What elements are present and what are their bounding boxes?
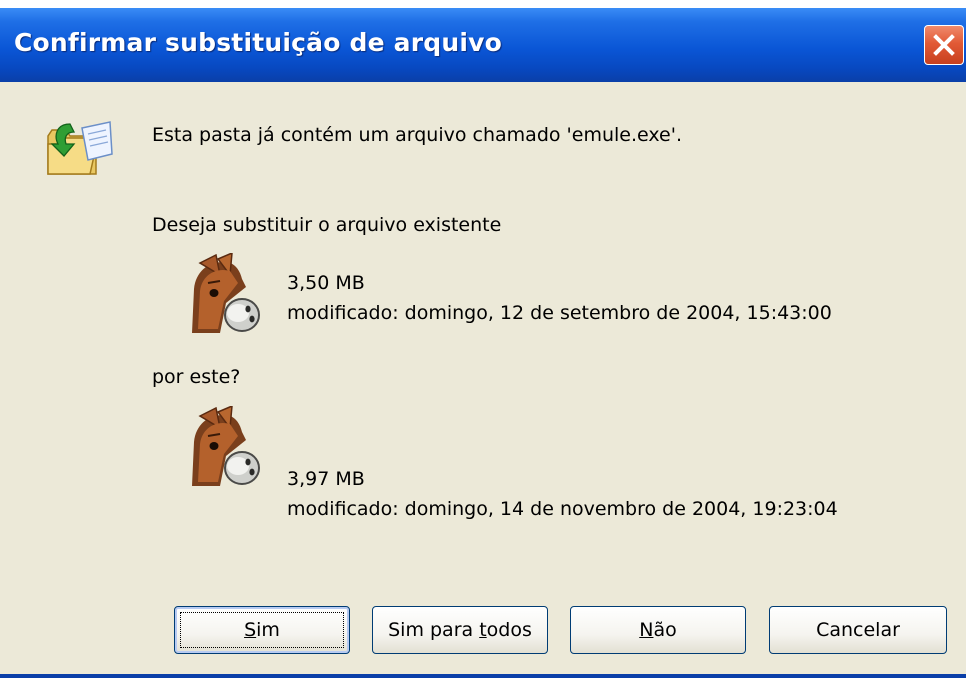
replace-prompt-text: por este? — [152, 366, 241, 388]
new-file-modified: modificado: domingo, 14 de novembro de 2… — [287, 498, 838, 520]
yes-to-all-button[interactable]: Sim para todos — [372, 606, 548, 654]
window-frame-bottom — [0, 674, 966, 678]
emule-donkey-icon — [192, 253, 260, 333]
replace-file-dialog: Confirmar substituição de arquivo Esta p… — [0, 8, 966, 678]
new-file-size: 3,97 MB — [287, 468, 365, 490]
existing-file-size: 3,50 MB — [287, 272, 365, 294]
yes-button-label: Sim — [244, 619, 280, 641]
cancel-button[interactable]: Cancelar — [769, 606, 947, 654]
existing-file-modified: modificado: domingo, 12 de setembro de 2… — [287, 302, 832, 324]
emule-donkey-icon — [192, 406, 260, 486]
title-bar[interactable]: Confirmar substituição de arquivo — [0, 8, 966, 82]
close-icon — [933, 34, 955, 56]
no-button[interactable]: Não — [570, 606, 746, 654]
folder-replace-icon — [47, 121, 113, 175]
no-button-label: Não — [639, 619, 677, 641]
question-text: Deseja substituir o arquivo existente — [152, 214, 502, 236]
cancel-button-label: Cancelar — [816, 619, 900, 641]
message-text: Esta pasta já contém um arquivo chamado … — [152, 124, 682, 146]
dialog-title: Confirmar substituição de arquivo — [14, 28, 502, 57]
close-button[interactable] — [924, 25, 964, 65]
yes-to-all-button-label: Sim para todos — [388, 619, 532, 641]
yes-button[interactable]: Sim — [174, 606, 350, 654]
